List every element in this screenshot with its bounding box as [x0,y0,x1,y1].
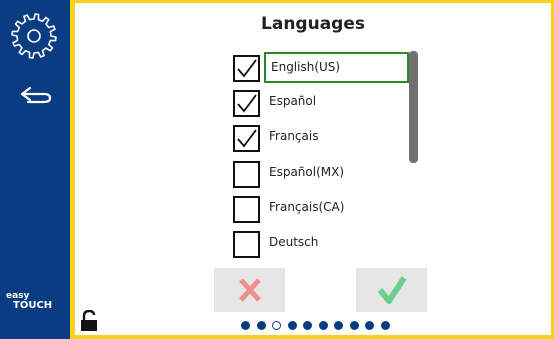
cancel-button[interactable] [214,268,285,312]
settings-button[interactable] [6,8,62,64]
language-row[interactable]: Español [230,86,410,119]
lock-button[interactable] [80,309,98,332]
language-label: Español(MX) [269,164,345,179]
page-title: Languages [261,14,365,34]
checkmark-icon [237,59,257,78]
page-dot [303,321,312,330]
language-checkbox[interactable] [233,195,260,223]
language-label: English(US) [264,52,409,83]
page-dot [241,321,250,330]
language-label: Français [269,129,319,144]
language-checkbox[interactable] [233,125,260,153]
page-dot [349,321,359,330]
language-list: English(US) Español Français Español(MX) Fra… [230,51,410,266]
language-row[interactable]: Español(MX) [230,157,410,190]
brand-line-2: TOUCH [13,300,53,311]
back-button[interactable] [18,82,54,106]
language-row[interactable]: Français [230,121,410,154]
language-label: Français(CA) [269,199,345,214]
language-checkbox[interactable] [233,55,260,82]
page-dot [365,321,374,330]
language-row[interactable]: English(US) [230,51,410,84]
page-dot [380,321,390,330]
page-dot [287,321,297,330]
language-checkbox[interactable] [233,160,260,188]
language-row[interactable]: Français(CA) [230,192,410,225]
accent-border-bottom [70,335,554,339]
language-label: Deutsch [269,235,319,249]
scrollbar-thumb[interactable] [409,51,418,163]
language-checkbox[interactable] [233,231,260,258]
confirm-button[interactable] [356,268,427,312]
page-dot [334,321,343,330]
accent-border-top [70,0,554,3]
language-checkbox[interactable] [233,90,260,118]
language-row[interactable]: Deutsch [230,227,410,260]
page-indicator [241,321,401,331]
back-arrow-icon [20,86,52,104]
page-dot [272,321,281,330]
checkmark-icon [377,276,407,304]
brand-logo: easy TOUCH [6,292,66,311]
language-label: Español [269,94,317,109]
gear-icon [11,13,57,59]
checkmark-icon [237,94,257,113]
unlocked-padlock-icon [81,309,97,331]
page-dot [318,321,328,330]
checkmark-icon [237,129,257,148]
sidebar: easy TOUCH [0,0,70,339]
x-icon [238,278,261,302]
page-dot [256,321,266,330]
accent-divider [70,0,75,339]
